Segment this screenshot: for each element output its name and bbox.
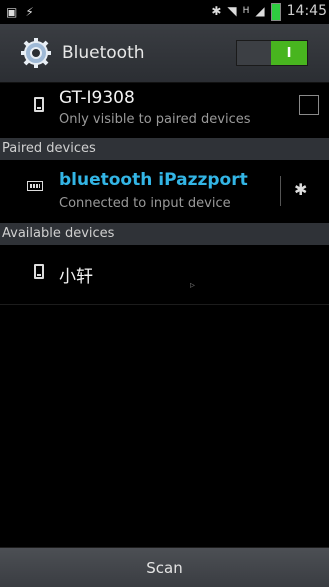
keyboard-icon xyxy=(27,181,43,191)
toggle-knob[interactable]: I xyxy=(271,41,307,65)
paired-devices-header: Paired devices xyxy=(0,138,329,160)
wifi-icon: ◥ xyxy=(227,4,237,18)
bluetooth-status-icon: ✱ xyxy=(211,4,222,18)
available-devices-header: Available devices xyxy=(0,223,329,245)
scan-button[interactable]: Scan xyxy=(0,547,329,587)
paired-device-status: Connected to input device xyxy=(59,196,231,211)
bluetooth-settings-gear-icon[interactable] xyxy=(20,37,52,69)
battery-icon xyxy=(270,3,281,21)
own-device-name: GT-I9308 xyxy=(59,88,135,108)
own-device-visibility: Only visible to paired devices xyxy=(59,112,251,127)
list-divider xyxy=(0,304,329,305)
row-divider xyxy=(280,176,281,206)
phone-icon xyxy=(34,97,44,112)
usb-debug-icon: ⚡ xyxy=(25,5,34,19)
device-settings-gear-icon[interactable]: ✱ xyxy=(294,180,307,199)
own-device-row[interactable] xyxy=(0,83,329,138)
status-bar: ▣ ⚡ ✱ ◥ H ◢ 14:45 xyxy=(0,0,329,24)
network-type-label: H xyxy=(242,6,250,16)
image-notification-icon: ▣ xyxy=(6,5,18,19)
page-title: Bluetooth xyxy=(62,43,145,63)
available-device-row[interactable] xyxy=(0,245,329,303)
action-bar: Bluetooth I xyxy=(0,24,329,83)
signal-icon: ◢ xyxy=(255,4,265,18)
clock: 14:45 xyxy=(286,3,327,19)
phone-icon xyxy=(34,264,44,279)
visibility-checkbox[interactable] xyxy=(299,95,319,115)
paired-device-name[interactable]: bluetooth iPazzport xyxy=(59,170,248,190)
available-device-name: 小轩 xyxy=(59,267,93,287)
bluetooth-toggle[interactable]: I xyxy=(236,40,308,66)
pointer-cursor-icon: ▹ xyxy=(190,280,196,291)
